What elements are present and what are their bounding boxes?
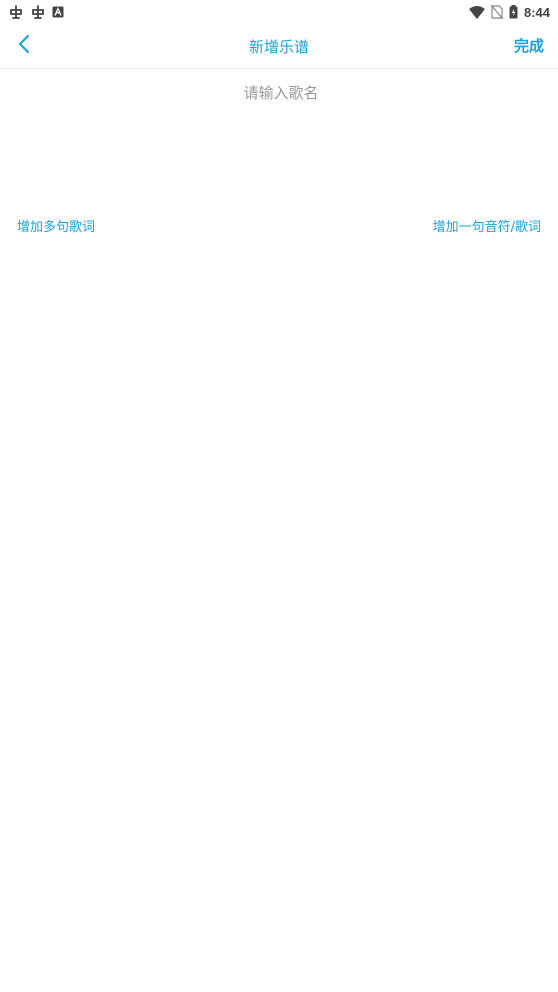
status-bar: 8:44	[0, 0, 558, 24]
back-button[interactable]	[10, 31, 38, 61]
bug-icon	[8, 4, 24, 20]
done-button[interactable]: 完成	[514, 35, 544, 56]
battery-charging-icon	[509, 5, 518, 19]
status-right-icons: 8:44	[468, 4, 550, 20]
status-left-icons	[8, 4, 64, 20]
screen: 8:44 新增乐谱 完成 增加多句歌词 增加一句音符/歌词	[0, 0, 558, 992]
wifi-icon	[468, 5, 485, 19]
page-title: 新增乐谱	[248, 37, 309, 56]
no-sim-icon	[490, 5, 503, 19]
toolbar: 新增乐谱 完成	[0, 24, 558, 69]
add-note-line-button[interactable]: 增加一句音符/歌词	[433, 216, 541, 235]
font-a-icon	[52, 6, 64, 18]
chevron-left-icon	[17, 34, 31, 58]
song-name-input[interactable]	[0, 76, 558, 110]
add-multiple-lyrics-button[interactable]: 增加多句歌词	[17, 216, 95, 235]
bug-icon	[30, 4, 46, 20]
status-time: 8:44	[523, 4, 550, 20]
